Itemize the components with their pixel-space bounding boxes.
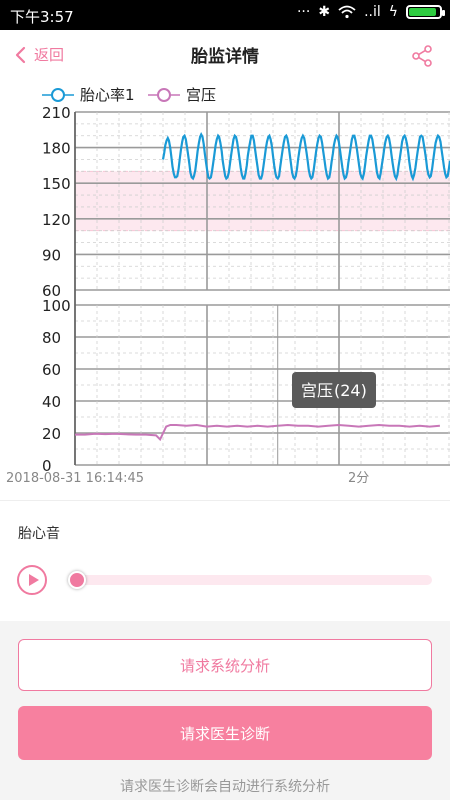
play-button[interactable]	[17, 565, 47, 595]
status-bar: 下午3:57 ··· ✱ ..il ϟ	[0, 0, 450, 30]
fhr-tick-label: 180	[42, 140, 71, 158]
toco-tick-label: 40	[42, 393, 61, 411]
ctg-chart[interactable]: 胎心率1 宫压 210 180 150 120 90 60 100 80 60 40 20 0 宫压 (24)…	[0, 82, 450, 500]
wifi-icon	[338, 5, 356, 19]
audio-label: 胎心音	[18, 526, 60, 542]
audio-progress-track[interactable]	[72, 575, 432, 585]
fhr-tick-label: 120	[42, 211, 71, 229]
toco-tick-label: 60	[42, 361, 61, 379]
signal-icon: ..il	[364, 4, 381, 20]
fhr-normal-band	[75, 171, 450, 231]
tooltip-label: 宫压	[301, 381, 333, 400]
x-mark-label: 2分	[348, 471, 369, 486]
battery-icon	[406, 5, 445, 19]
fhr-tick-label: 210	[42, 104, 71, 122]
ctg-chart-svg: 胎心率1 宫压2101801501209060100806040200宫压 (24)…	[6, 86, 450, 486]
audio-section: 胎心音	[0, 500, 450, 621]
more-dots-icon: ···	[296, 4, 311, 20]
hint-text: 请求医生诊断会自动进行系统分析	[120, 779, 330, 795]
charging-icon: ϟ	[388, 4, 398, 20]
x-start-label: 2018-08-31 16:14:45	[6, 471, 144, 486]
legend-fhr-label: 胎心率1	[80, 86, 135, 104]
page-title: 胎监详情	[191, 47, 259, 67]
status-time: 下午3:57	[10, 8, 74, 26]
bluetooth-icon: ✱	[318, 4, 331, 20]
nav-bar: 返回 胎监详情	[0, 30, 450, 83]
share-icon[interactable]	[410, 44, 434, 68]
doctor-diagnosis-button[interactable]: 请求医生诊断	[18, 706, 432, 760]
toco-tick-label: 80	[42, 329, 61, 347]
status-icons: ··· ✱ ..il ϟ	[296, 4, 445, 20]
fhr-tick-label: 90	[42, 246, 61, 264]
fhr-tick-label: 150	[42, 175, 71, 193]
system-analysis-button[interactable]: 请求系统分析	[18, 639, 432, 691]
legend-fhr-marker	[51, 88, 65, 102]
legend-toco-label: 宫压	[186, 86, 216, 104]
toco-tick-label: 100	[42, 297, 71, 315]
tooltip-value: (24)	[334, 381, 367, 400]
audio-progress-thumb[interactable]	[68, 571, 86, 589]
legend-toco-marker	[157, 88, 171, 102]
toco-tick-label: 20	[42, 425, 61, 443]
